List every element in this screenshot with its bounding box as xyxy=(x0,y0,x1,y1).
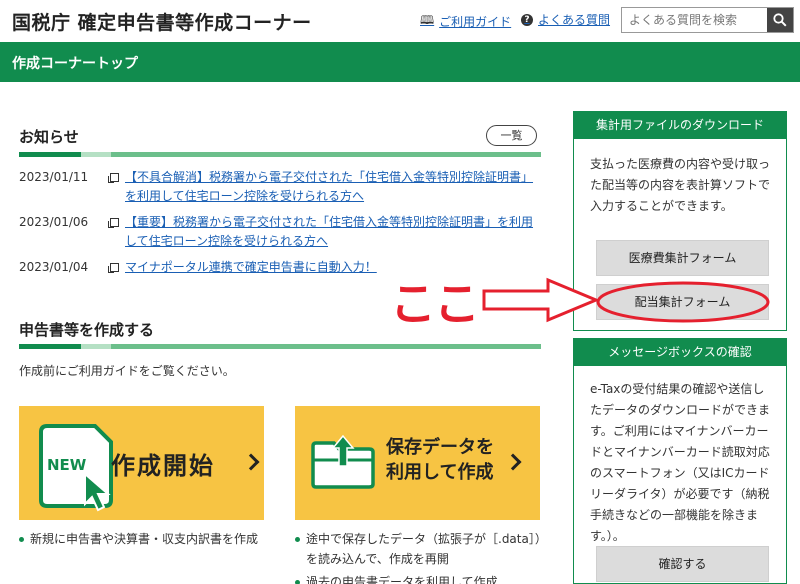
news-date: 2023/01/11 xyxy=(19,170,89,184)
news-link[interactable]: 【重要】税務署から電子交付された「住宅借入金等特別控除証明書」を利用して住宅ロー… xyxy=(125,213,539,251)
guide-link[interactable]: 🕮 ご利用ガイド xyxy=(420,11,511,32)
page-title-bar: 作成コーナートップ xyxy=(0,42,800,82)
download-panel-title: 集計用ファイルのダウンロード xyxy=(573,111,787,139)
start-create-desc: 新規に申告書や決算書・収支内訳書を作成 xyxy=(19,529,258,549)
new-badge: NEW xyxy=(47,456,87,474)
create-divider xyxy=(19,344,541,349)
saved-data-create-button[interactable]: 保存データを 利用して作成 xyxy=(295,406,540,520)
news-date: 2023/01/06 xyxy=(19,215,89,229)
start-create-button[interactable]: NEW 作成開始 xyxy=(19,406,264,520)
guide-link-label[interactable]: ご利用ガイド xyxy=(439,13,511,30)
saved-data-desc-2: 過去の申告書データを利用して作成 xyxy=(295,572,545,584)
create-note: 作成前にご利用ガイドをご覧ください。 xyxy=(19,364,235,378)
search-input[interactable] xyxy=(622,8,767,32)
page-title: 作成コーナートップ xyxy=(12,56,138,72)
saved-data-desc: 途中で保存したデータ（拡張子が［.data］） を読み込んで、作成を再開 xyxy=(295,529,547,569)
book-icon: 🕮 xyxy=(420,13,435,27)
site-title[interactable]: 国税庁 確定申告書等作成コーナー xyxy=(12,8,312,35)
chevron-right-icon xyxy=(242,453,260,471)
annotation-arrow xyxy=(482,277,600,323)
site-header: 国税庁 確定申告書等作成コーナー 🕮 ご利用ガイド ? よくある質問 xyxy=(0,0,800,42)
search-box xyxy=(621,7,794,33)
saved-data-label-line2: 利用して作成 xyxy=(386,462,494,483)
medical-form-button[interactable]: 医療費集計フォーム xyxy=(596,240,769,276)
external-window-icon xyxy=(108,173,119,183)
confirm-button[interactable]: 確認する xyxy=(596,546,769,582)
download-panel-desc: 支払った医療費の内容や受け取った配当等の内容を表計算ソフトで入力することができま… xyxy=(590,157,771,213)
news-item: 2023/01/06 【重要】税務署から電子交付された「住宅借入金等特別控除証明… xyxy=(19,213,539,251)
start-create-label: 作成開始 xyxy=(111,452,215,480)
chevron-right-icon xyxy=(504,453,522,471)
news-item: 2023/01/11 【不具合解消】税務署から電子交付された「住宅借入金等特別控… xyxy=(19,168,539,206)
news-title: お知らせ xyxy=(19,128,79,146)
annotation-text: ここ xyxy=(390,277,480,331)
saved-data-label-line1: 保存データを xyxy=(386,437,494,458)
question-icon: ? xyxy=(521,13,533,26)
news-link[interactable]: 【不具合解消】税務署から電子交付された「住宅借入金等特別控除証明書」を利用して住… xyxy=(125,168,539,206)
annotation-ellipse xyxy=(596,281,770,323)
news-divider xyxy=(19,152,541,157)
create-title: 申告書等を作成する xyxy=(19,321,155,339)
folder-upload-icon xyxy=(311,434,375,489)
faq-link-label[interactable]: よくある質問 xyxy=(538,11,610,28)
search-button[interactable] xyxy=(767,8,793,32)
new-document-icon: NEW xyxy=(39,424,113,512)
search-icon xyxy=(773,13,787,27)
news-date: 2023/01/04 xyxy=(19,260,89,274)
external-window-icon xyxy=(108,263,119,273)
news-more-button[interactable]: 一覧 xyxy=(486,125,537,146)
message-panel-desc: e-Taxの受付結果の確認や送信したデータのダウンロードができます。ご利用にはマ… xyxy=(590,382,771,543)
faq-link[interactable]: ? よくある質問 xyxy=(521,11,610,28)
message-panel-title: メッセージボックスの確認 xyxy=(573,338,787,366)
external-window-icon xyxy=(108,218,119,228)
